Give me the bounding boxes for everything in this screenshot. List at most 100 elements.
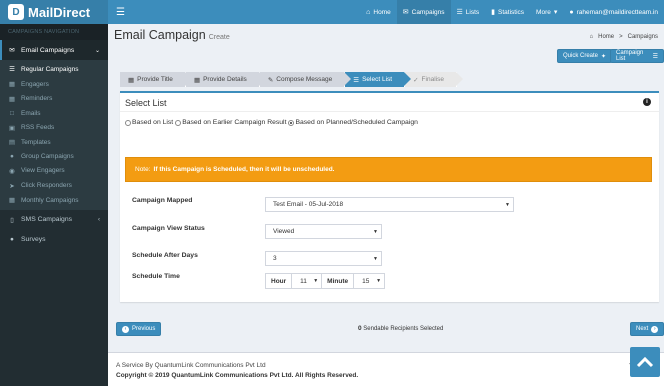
nav-campaigns[interactable]: ✉ Campaigns — [396, 0, 451, 24]
scroll-to-top-button[interactable] — [630, 347, 660, 377]
campaign-list-button[interactable]: Campaign List ☰ — [610, 49, 664, 63]
list-icon: ☰ — [9, 66, 15, 74]
logo[interactable]: D MailDirect — [0, 0, 108, 24]
step-provide-title[interactable]: ▦ Provide Title — [120, 72, 192, 87]
radio-based-on-list[interactable] — [125, 119, 131, 126]
nav-lists-label: Lists — [465, 8, 480, 16]
nav-home-label: Home — [373, 8, 391, 16]
users-icon: ● — [10, 153, 14, 161]
check-icon: ✓ — [413, 76, 419, 84]
sidebar-item-label: View Engagers — [21, 167, 65, 175]
campaign-list-label: Campaign List — [616, 50, 644, 62]
next-label: Next — [636, 326, 649, 332]
step-select-list[interactable]: ☰ Select List — [345, 72, 411, 87]
nav-home[interactable]: ⌂ Home — [360, 0, 397, 24]
schedule-days-select[interactable]: 3 ▼ — [265, 251, 382, 266]
view-status-label: Campaign View Status — [132, 225, 205, 232]
calendar-icon: ▦ — [8, 81, 16, 89]
step-provide-details[interactable]: ▦ Provide Details — [185, 72, 266, 87]
select-value: 15 — [362, 277, 370, 285]
sidebar-item-regular-campaigns[interactable]: ☰ Regular Campaigns — [0, 62, 108, 77]
radio-earlier-campaign[interactable] — [175, 119, 182, 126]
previous-button[interactable]: ‹ Previous — [116, 322, 162, 336]
crosshair-icon: ✦ — [601, 53, 607, 60]
sidebar-item-label: Monthly Campaigns — [21, 196, 79, 204]
sidebar-item-reminders[interactable]: ▦ Reminders — [0, 92, 108, 107]
step-label: Select List — [362, 76, 393, 83]
hour-select[interactable]: 11 ▼ — [292, 274, 323, 288]
file-icon: ▤ — [8, 139, 16, 147]
envelope-icon: ✉ — [9, 47, 15, 54]
envelope-icon: ✉ — [402, 9, 409, 16]
panel-title: Select List — [125, 98, 167, 108]
recipients-count: 0 — [358, 325, 362, 332]
schedule-time-label: Schedule Time — [132, 273, 180, 280]
sidebar-item-email-campaigns[interactable]: ✉ Email Campaigns ⌄ — [0, 40, 108, 60]
campaign-mapped-select[interactable]: Test Email - 05-Jul-2018 ▼ — [265, 197, 514, 212]
footer-copyright: Copyright © 2019 QuantumLink Communicati… — [116, 372, 359, 379]
quick-create-button[interactable]: Quick Create ✦ — [557, 49, 613, 63]
sidebar-item-rss-feeds[interactable]: ▣ RSS Feeds — [0, 120, 108, 135]
sidebar-item-click-responders[interactable]: ➤ Click Responders — [0, 178, 108, 193]
square-icon: □ — [10, 109, 14, 117]
breadcrumb-separator: > — [619, 34, 623, 40]
nav-statistics[interactable]: ▮ Statistics — [485, 0, 530, 24]
campaign-mapped-label: Campaign Mapped — [132, 197, 193, 204]
step-label: Provide Details — [203, 76, 247, 83]
sidebar-item-label: Regular Campaigns — [21, 65, 79, 73]
calendar-icon: ▦ — [8, 95, 16, 103]
recipients-summary: 0 Sendable Recipients Selected — [358, 325, 443, 332]
sidebar-item-surveys[interactable]: ● Surveys — [0, 230, 108, 249]
info-icon[interactable]: i — [643, 98, 651, 106]
nav-user-label: raheman@maildirectteam.in — [576, 8, 658, 16]
sidebar-item-emails[interactable]: □ Emails — [0, 106, 108, 120]
page-footer: A Service By QuantumLink Communications … — [108, 352, 664, 386]
nav-more-label: More — [536, 8, 551, 16]
recipients-text: Sendable Recipients Selected — [363, 326, 444, 332]
step-finalise[interactable]: ✓ Finalise — [405, 72, 463, 87]
page-subtitle: Create — [208, 34, 230, 41]
radio-planned-campaign[interactable] — [288, 119, 295, 126]
sidebar-item-label: Group Campaigns — [21, 153, 74, 161]
sidebar-item-sms-campaigns[interactable]: ▯ SMS Campaigns ‹ — [0, 210, 108, 230]
user-icon: ● — [569, 8, 574, 16]
minute-label: Minute — [322, 274, 355, 288]
rss-icon: ▣ — [8, 124, 16, 132]
arrow-left-icon: ‹ — [122, 325, 129, 333]
view-status-select[interactable]: Viewed ▼ — [265, 224, 382, 239]
home-icon: ⌂ — [366, 8, 371, 16]
step-compose-message[interactable]: ✎ Compose Message — [259, 72, 352, 87]
schedule-days-label: Schedule After Days — [132, 252, 198, 259]
select-value: Viewed — [273, 228, 295, 235]
sidebar-item-engagers[interactable]: ▦ Engagers — [0, 77, 108, 92]
sidebar-item-label: RSS Feeds — [21, 124, 55, 132]
note-label: Note: — [135, 166, 151, 173]
select-value: 3 — [273, 255, 277, 262]
minute-select[interactable]: 15 ▼ — [354, 274, 384, 288]
sidebar-item-group-campaigns[interactable]: ● Group Campaigns — [0, 150, 108, 164]
radio-label: Based on List — [132, 119, 174, 126]
users-icon: ● — [10, 235, 14, 243]
nav-user[interactable]: ● raheman@maildirectteam.in — [563, 0, 664, 24]
sidebar-item-label: SMS Campaigns — [21, 216, 72, 224]
sidebar-item-templates[interactable]: ▤ Templates — [0, 135, 108, 150]
caret-down-icon: ▼ — [373, 256, 378, 262]
calendar-icon: ▦ — [8, 197, 16, 205]
breadcrumb-home[interactable]: Home — [598, 34, 614, 40]
sidebar-item-label: Click Responders — [21, 182, 72, 190]
select-list-panel: Select List i Based on List Based on Ear… — [120, 91, 659, 302]
nav-more[interactable]: More ▾ — [530, 0, 563, 24]
home-icon: ⌂ — [589, 34, 594, 40]
sidebar-item-label: Emails — [21, 109, 41, 117]
caret-down-icon: ▼ — [373, 229, 378, 235]
arrow-right-icon: › — [651, 325, 659, 333]
next-button[interactable]: Next › — [630, 322, 664, 336]
hamburger-icon[interactable]: ☰ — [116, 7, 125, 18]
sidebar-item-monthly-campaigns[interactable]: ▦ Monthly Campaigns — [0, 193, 108, 208]
nav-lists[interactable]: ☰ Lists — [451, 0, 486, 24]
sidebar-item-label: Templates — [21, 138, 51, 146]
breadcrumb-campaigns[interactable]: Campaigns — [628, 34, 658, 40]
pencil-icon: ✎ — [267, 76, 274, 84]
sidebar-item-view-engagers[interactable]: ◉ View Engagers — [0, 163, 108, 178]
sidebar-submenu: ☰ Regular Campaigns ▦ Engagers ▦ Reminders … — [0, 60, 108, 210]
